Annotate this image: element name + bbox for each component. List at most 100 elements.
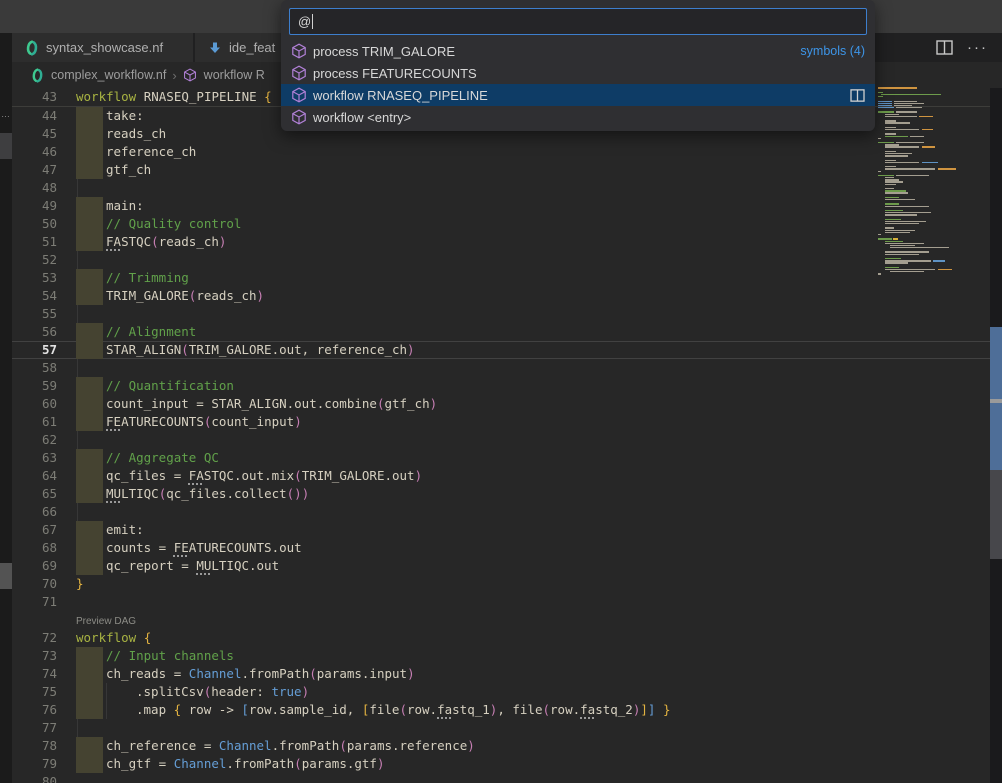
line-number: 71 (12, 593, 76, 611)
indent-highlight-band (76, 539, 103, 557)
code-text: qc_report = MULTIQC.out (76, 557, 990, 575)
code-line-77[interactable]: 77 (12, 719, 990, 737)
code-line-63[interactable]: 63// Aggregate QC (12, 449, 990, 467)
symbol-method-icon (183, 68, 199, 82)
line-number: 74 (12, 665, 76, 683)
code-line-57[interactable]: 57STAR_ALIGN(TRIM_GALORE.out, reference_… (12, 341, 990, 359)
split-editor-button[interactable] (936, 40, 953, 55)
code-line-75[interactable]: 75.splitCsv(header: true) (12, 683, 990, 701)
code-text (76, 251, 990, 269)
breadcrumb-file[interactable]: complex_workflow.nf (30, 68, 166, 83)
code-line-70[interactable]: 70} (12, 575, 990, 593)
left-scrollbar-thumb[interactable] (0, 133, 12, 159)
line-number: 60 (12, 395, 76, 413)
line-number: 77 (12, 719, 76, 737)
editor-scrollbar[interactable] (990, 88, 1002, 783)
indent-guide (77, 431, 78, 449)
line-number: 63 (12, 449, 76, 467)
quick-pick-item-3[interactable]: workflow <entry> (281, 106, 875, 128)
quick-pick-item-0[interactable]: process TRIM_GALOREsymbols (4) (281, 40, 875, 62)
codelens-link[interactable]: Preview DAG (76, 611, 990, 629)
codelens-row[interactable]: Preview DAG (12, 611, 990, 629)
nextflow-icon (30, 68, 46, 83)
left-scrollbar-thumb-2[interactable] (0, 563, 12, 589)
quick-pick-input[interactable]: @ (289, 8, 867, 35)
code-line-73[interactable]: 73// Input channels (12, 647, 990, 665)
indent-guide (77, 179, 78, 197)
code-line-68[interactable]: 68counts = FEATURECOUNTS.out (12, 539, 990, 557)
indent-highlight-band (76, 557, 103, 575)
code-line-78[interactable]: 78ch_reference = Channel.fromPath(params… (12, 737, 990, 755)
line-number: 67 (12, 521, 76, 539)
code-text (76, 593, 990, 611)
scrollbar-thumb-secondary[interactable] (990, 470, 1002, 559)
code-line-50[interactable]: 50// Quality control (12, 215, 990, 233)
line-number: 53 (12, 269, 76, 287)
code-line-53[interactable]: 53// Trimming (12, 269, 990, 287)
quick-pick-item-label: workflow RNASEQ_PIPELINE (313, 88, 844, 103)
code-line-52[interactable]: 52 (12, 251, 990, 269)
code-line-55[interactable]: 55 (12, 305, 990, 323)
indent-highlight-band (76, 143, 103, 161)
code-text: // Alignment (76, 323, 990, 341)
indent-guide (77, 359, 78, 377)
quick-pick-item-2[interactable]: workflow RNASEQ_PIPELINE (281, 84, 875, 106)
symbols-count-link[interactable]: symbols (4) (800, 44, 865, 58)
symbol-method-icon (291, 43, 307, 59)
code-line-80[interactable]: 80 (12, 773, 990, 783)
code-text (76, 719, 990, 737)
more-actions-button[interactable]: ··· (967, 39, 988, 56)
code-line-60[interactable]: 60count_input = STAR_ALIGN.out.combine(g… (12, 395, 990, 413)
code-line-64[interactable]: 64qc_files = FASTQC.out.mix(TRIM_GALORE.… (12, 467, 990, 485)
code-line-67[interactable]: 67emit: (12, 521, 990, 539)
code-line-76[interactable]: 76.map { row -> [row.sample_id, [file(ro… (12, 701, 990, 719)
breadcrumb-symbol[interactable]: workflow R (183, 68, 265, 82)
indent-highlight-band (76, 647, 103, 665)
code-line-61[interactable]: 61FEATURECOUNTS(count_input) (12, 413, 990, 431)
overview-ruler-cursor-marker (990, 399, 1002, 403)
code-text: TRIM_GALORE(reads_ch) (76, 287, 990, 305)
code-line-69[interactable]: 69qc_report = MULTIQC.out (12, 557, 990, 575)
symbol-method-icon (291, 87, 307, 103)
code-editor[interactable]: 43workflow RNASEQ_PIPELINE { 44take:45re… (12, 88, 990, 783)
line-number: 55 (12, 305, 76, 323)
code-line-56[interactable]: 56// Alignment (12, 323, 990, 341)
code-line-47[interactable]: 47gtf_ch (12, 161, 990, 179)
code-line-51[interactable]: 51FASTQC(reads_ch) (12, 233, 990, 251)
tab-syntax-showcase[interactable]: syntax_showcase.nf (12, 33, 193, 62)
split-editor-icon[interactable] (850, 89, 865, 102)
line-number: 68 (12, 539, 76, 557)
code-line-48[interactable]: 48 (12, 179, 990, 197)
line-number: 50 (12, 215, 76, 233)
code-line-49[interactable]: 49main: (12, 197, 990, 215)
code-line-46[interactable]: 46reference_ch (12, 143, 990, 161)
code-line-65[interactable]: 65MULTIQC(qc_files.collect()) (12, 485, 990, 503)
code-line-71[interactable]: 71 (12, 593, 990, 611)
code-line-79[interactable]: 79ch_gtf = Channel.fromPath(params.gtf) (12, 755, 990, 773)
line-number: 61 (12, 413, 76, 431)
code-line-54[interactable]: 54TRIM_GALORE(reads_ch) (12, 287, 990, 305)
indent-guide (77, 503, 78, 521)
indent-highlight-band (76, 287, 103, 305)
line-number: 43 (12, 88, 76, 106)
line-number: 75 (12, 683, 76, 701)
indent-guide (77, 251, 78, 269)
code-line-59[interactable]: 59// Quantification (12, 377, 990, 395)
quick-pick-item-1[interactable]: process FEATURECOUNTS (281, 62, 875, 84)
code-line-62[interactable]: 62 (12, 431, 990, 449)
minimap[interactable] (878, 87, 988, 287)
code-text: // Quantification (76, 377, 990, 395)
code-line-72[interactable]: 72workflow { (12, 629, 990, 647)
code-text: count_input = STAR_ALIGN.out.combine(gtf… (76, 395, 990, 413)
tab-label: syntax_showcase.nf (46, 40, 163, 55)
code-text: .map { row -> [row.sample_id, [file(row.… (76, 701, 990, 719)
line-number: 76 (12, 701, 76, 719)
code-line-74[interactable]: 74ch_reads = Channel.fromPath(params.inp… (12, 665, 990, 683)
code-line-58[interactable]: 58 (12, 359, 990, 377)
code-line-66[interactable]: 66 (12, 503, 990, 521)
code-text: ch_gtf = Channel.fromPath(params.gtf) (76, 755, 990, 773)
line-number (12, 611, 76, 629)
line-number: 78 (12, 737, 76, 755)
quick-pick-list: process TRIM_GALOREsymbols (4)process FE… (281, 40, 875, 128)
indent-guide (77, 719, 78, 737)
